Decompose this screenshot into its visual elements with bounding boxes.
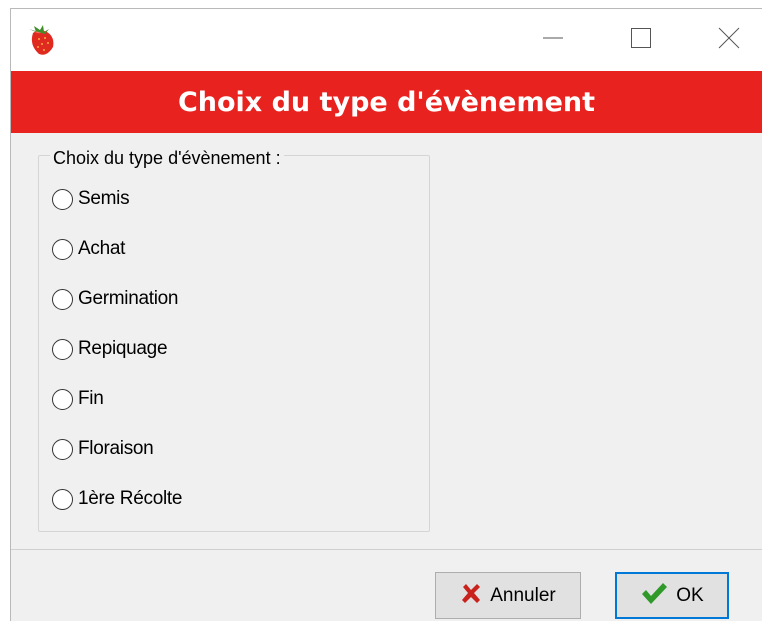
radio-label: Repiquage [78, 338, 168, 359]
cancel-label: Annuler [490, 584, 556, 606]
radio-option-semis[interactable]: Semis [52, 184, 130, 214]
maximize-button[interactable] [615, 15, 667, 65]
radio-option-achat[interactable]: Achat [52, 234, 125, 264]
footer-divider [11, 549, 762, 550]
radio-button[interactable] [52, 238, 73, 260]
radio-button[interactable] [52, 488, 73, 510]
radio-option-repiquage[interactable]: Repiquage [52, 334, 168, 364]
close-button[interactable] [703, 15, 755, 65]
checkmark-icon [640, 581, 676, 611]
minimize-button[interactable] [527, 15, 579, 65]
radio-button[interactable] [52, 438, 73, 460]
maximize-icon [630, 27, 652, 54]
radio-label: Semis [78, 188, 130, 209]
radio-option-fin[interactable]: Fin [52, 384, 104, 414]
ok-label: OK [676, 584, 704, 606]
page-title-banner: Choix du type d'évènement [11, 71, 762, 133]
radio-label: Floraison [78, 438, 154, 459]
strawberry-icon [25, 23, 61, 59]
cancel-button[interactable]: Annuler [435, 572, 581, 619]
radio-button[interactable] [52, 338, 73, 360]
radio-label: 1ère Récolte [78, 488, 183, 509]
x-cross-icon [460, 582, 490, 610]
radio-button[interactable] [52, 188, 73, 210]
groupbox-legend: Choix du type d'évènement : [50, 148, 284, 169]
close-icon [718, 27, 740, 54]
minimize-icon [542, 27, 564, 54]
radio-label: Germination [78, 288, 179, 309]
radio-button[interactable] [52, 288, 73, 310]
radio-option-floraison[interactable]: Floraison [52, 434, 154, 464]
radio-option-germination[interactable]: Germination [52, 284, 179, 314]
title-bar [11, 9, 762, 71]
radio-option-premiere-recolte[interactable]: 1ère Récolte [52, 484, 182, 514]
radio-label: Achat [78, 238, 126, 259]
page-title: Choix du type d'évènement [177, 86, 596, 118]
radio-button[interactable] [52, 388, 73, 410]
dialog-window: Choix du type d'évènement Choix du type … [10, 8, 762, 621]
ok-button[interactable]: OK [615, 572, 729, 619]
radio-label: Fin [78, 388, 104, 409]
